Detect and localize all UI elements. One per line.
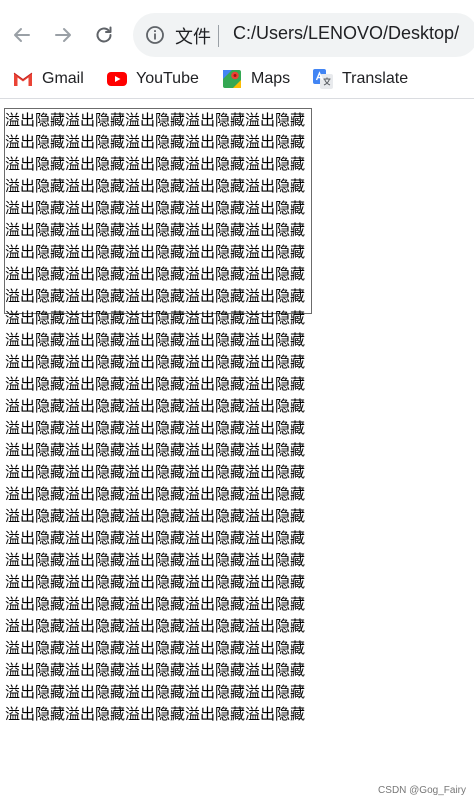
bookmarks-bar: Gmail YouTube Maps Translate xyxy=(0,60,474,99)
back-arrow-icon xyxy=(14,28,30,42)
url-scheme-label: 文件 xyxy=(175,27,211,48)
omnibox-divider xyxy=(218,25,219,47)
info-icon[interactable] xyxy=(145,25,165,45)
maps-icon xyxy=(223,70,241,88)
forward-button[interactable] xyxy=(48,20,78,50)
browser-toolbar: 文件 C:/Users/LENOVO/Desktop/ xyxy=(0,0,474,60)
url-text[interactable]: C:/Users/LENOVO/Desktop/ xyxy=(233,23,459,44)
back-button[interactable] xyxy=(7,20,37,50)
bookmark-translate[interactable]: Translate xyxy=(312,65,408,93)
translate-icon xyxy=(313,69,333,89)
page-content: 溢出隐藏溢出隐藏溢出隐藏溢出隐藏溢出隐藏 溢出隐藏溢出隐藏溢出隐藏溢出隐藏溢出隐… xyxy=(4,108,312,723)
reload-icon xyxy=(96,26,112,43)
bookmark-label: YouTube xyxy=(136,70,199,87)
reload-button[interactable] xyxy=(89,20,119,50)
gmail-icon xyxy=(13,72,33,86)
bookmark-youtube[interactable]: YouTube xyxy=(106,65,199,93)
address-bar[interactable]: 文件 C:/Users/LENOVO/Desktop/ xyxy=(133,13,474,57)
forward-arrow-icon xyxy=(55,28,71,42)
overflow-demo-box: 溢出隐藏溢出隐藏溢出隐藏溢出隐藏溢出隐藏 溢出隐藏溢出隐藏溢出隐藏溢出隐藏溢出隐… xyxy=(4,108,312,723)
bookmark-gmail[interactable]: Gmail xyxy=(12,65,84,93)
watermark: CSDN @Gog_Fairy xyxy=(378,785,466,796)
bookmark-label: Maps xyxy=(251,70,291,87)
bookmark-label: Gmail xyxy=(42,70,84,87)
bookmark-maps[interactable]: Maps xyxy=(221,65,290,93)
youtube-icon xyxy=(107,72,127,86)
bookmark-label: Translate xyxy=(342,70,409,87)
